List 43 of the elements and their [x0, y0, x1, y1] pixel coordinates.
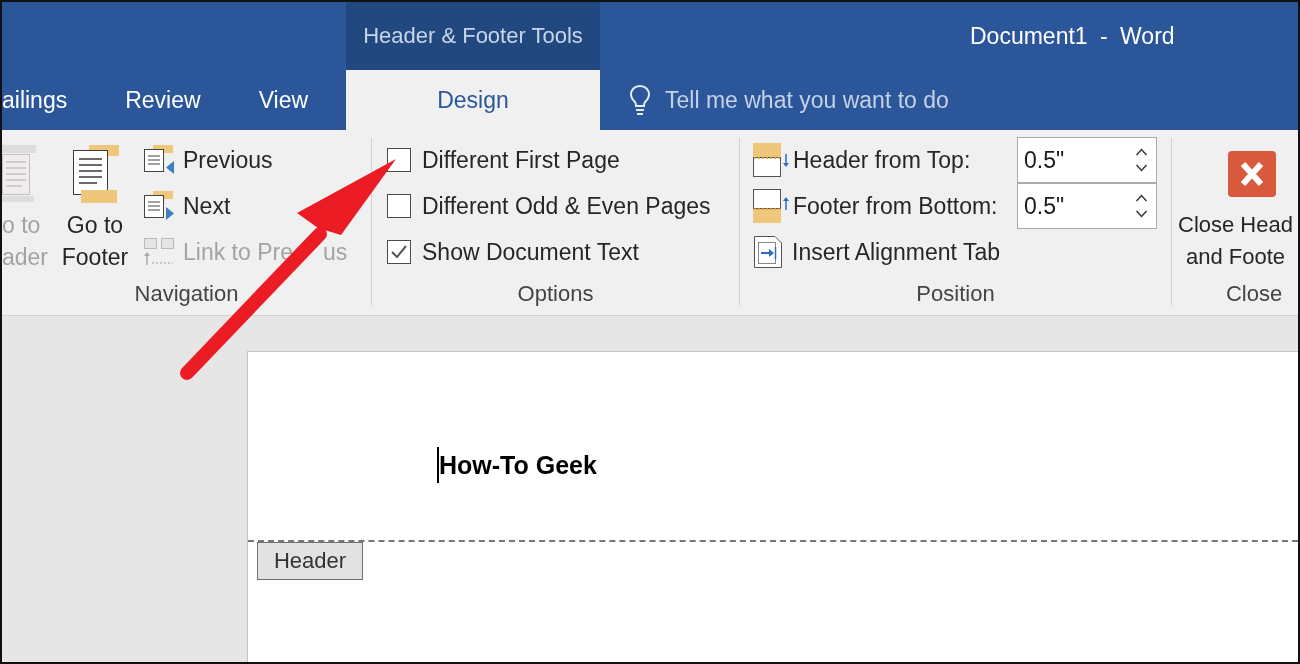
close-icon [1228, 151, 1276, 197]
ribbon-tab[interactable]: ailings [2, 70, 97, 130]
ribbon-tab[interactable]: Design [346, 70, 600, 130]
ribbon-tab[interactable]: View [229, 70, 338, 130]
field-label: Footer from Bottom: [793, 192, 999, 220]
checkmark-icon [390, 244, 408, 260]
linked-pages-icon [143, 237, 175, 267]
caret-up-icon[interactable] [1135, 148, 1148, 156]
checkbox-label[interactable]: Different First Page [422, 146, 620, 174]
caret-down-icon[interactable] [1135, 210, 1148, 218]
ribbon-button[interactable]: Close Head and Foote [1178, 137, 1294, 273]
spin-field[interactable]: 0.5" [1017, 183, 1157, 229]
text-cursor [437, 447, 439, 483]
ribbon-button[interactable]: Previous [140, 137, 276, 183]
header-area-label: Header [257, 542, 363, 580]
tell-me-field[interactable]: Tell me what you want to do [665, 86, 985, 114]
ribbon-button[interactable]: Next [140, 183, 234, 229]
ribbon-button[interactable]: Insert Alignment Tab [753, 229, 1157, 275]
header-page-icon [2, 145, 36, 203]
checkbox[interactable] [387, 194, 411, 218]
checkbox[interactable] [387, 240, 411, 264]
spin-field[interactable]: 0.5" [1017, 137, 1157, 183]
group-label: Options [517, 281, 594, 306]
field-label: Header from Top: [793, 146, 972, 174]
ribbon-button[interactable]: Go to Footer [58, 137, 132, 273]
caret-up-icon[interactable] [1135, 194, 1148, 202]
checkbox-label[interactable]: Different Odd & Even Pages [422, 192, 711, 220]
checkbox[interactable] [387, 148, 411, 172]
group-label: Navigation [134, 281, 239, 306]
caret-down-icon[interactable] [1135, 164, 1148, 172]
footer-margin-icon [753, 189, 791, 223]
alignment-tab-icon [753, 235, 783, 269]
page-left-arrow-icon [143, 145, 175, 175]
header-text: How-To Geek [439, 450, 597, 481]
window-title: Document1 - Word [970, 22, 1175, 50]
group-label: Position [916, 281, 995, 306]
header-margin-icon [753, 143, 791, 177]
page-right-arrow-icon [143, 191, 175, 221]
contextual-tab-group-label: Header & Footer Tools [346, 2, 600, 70]
group-label: Close [1225, 281, 1283, 306]
checkbox-label[interactable]: Show Document Text [422, 238, 639, 266]
lightbulb-icon [628, 84, 652, 116]
ribbon-tab[interactable]: Review [96, 70, 230, 130]
